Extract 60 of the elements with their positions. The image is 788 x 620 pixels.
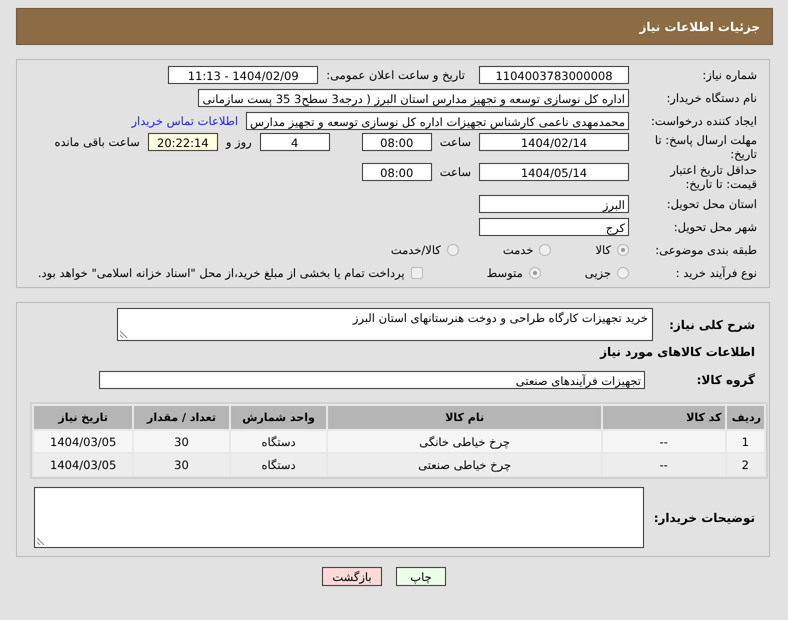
column-header: نام کالا	[328, 406, 601, 429]
announce-date-field: 1404/02/09 - 11:13	[168, 66, 318, 84]
table-cell: چرخ خیاطی صنعتی	[328, 454, 601, 475]
treasury-payment-checkbox[interactable]: پرداخت تمام یا بخشی از مبلغ خرید،از محل "اسناد خزانه اسلامی" خواهد بود.	[38, 266, 423, 280]
table-cell: دستگاه	[230, 454, 326, 475]
province-field: البرز	[479, 194, 629, 212]
table-cell: 30	[134, 431, 229, 452]
days-label: روز و	[226, 134, 252, 151]
validity-date-field: 1404/05/14	[479, 163, 629, 181]
field-label: گروه کالا:	[696, 372, 755, 386]
field-label: ایجاد کننده درخواست:	[650, 114, 757, 128]
field-label: مهلت ارسال پاسخ: تا تاریخ:	[654, 133, 757, 161]
table-cell: 30	[134, 454, 229, 475]
time-label: ساعت	[440, 134, 471, 151]
buyer-org-field: اداره کل نوسازی توسعه و تجهیز مدارس استان البرز ( درجه3 سطح3 35 پست سازمانی	[198, 88, 629, 106]
table-cell: دستگاه	[230, 431, 326, 452]
field-label: شرح کلی نیاز:	[668, 318, 755, 332]
need-number-field: 1104003783000008	[479, 66, 629, 84]
field-label: تاریخ و ساعت اعلان عمومی:	[326, 68, 465, 82]
goods-group-field: تجهیزات فرآیندهای صنعتی	[99, 370, 645, 388]
field-label: نوع فرآیند خرید :	[674, 266, 757, 280]
column-header: ردیف	[726, 406, 764, 429]
field-label: شماره نیاز:	[701, 68, 757, 82]
field-label: شهر محل تحویل:	[672, 220, 757, 234]
deadline-time-field: 08:00	[362, 133, 432, 151]
days-field: 4	[260, 133, 330, 151]
table-cell: --	[602, 454, 725, 475]
field-label: استان محل تحویل:	[666, 196, 757, 210]
category-radio[interactable]: خدمت	[502, 242, 552, 256]
page-title: جزئیات اطلاعات نیاز	[639, 20, 760, 34]
column-header: واحد شمارش	[230, 406, 326, 429]
table-cell: 1404/03/05	[34, 431, 132, 452]
table-cell: 1404/03/05	[34, 454, 132, 475]
table-cell: چرخ خیاطی خانگی	[328, 431, 601, 452]
column-header: تاریخ نیاز	[34, 406, 132, 429]
validity-time-field: 08:00	[362, 163, 432, 181]
table-cell: 2	[726, 454, 764, 475]
requester-field: محمدمهدی ناعمی کارشناس تجهیزات اداره کل نوسازی توسعه و تجهیز مدارس	[246, 112, 629, 130]
table-cell: --	[602, 431, 725, 452]
column-header: کد کالا	[602, 406, 725, 429]
purchase-type-radio[interactable]: جزیی	[584, 266, 629, 280]
category-radio[interactable]: کالا	[595, 242, 629, 256]
time-label: ساعت	[440, 164, 471, 181]
buyer-contact-link[interactable]: اطلاعات تماس خریدار	[132, 114, 238, 128]
description-textarea[interactable]: خرید تجهیزات کارگاه طراحی و دوخت هنرستانهای استان البرز	[117, 308, 653, 341]
purchase-type-radio[interactable]: متوسط	[486, 266, 541, 280]
field-label: حداقل تاریخ اعتبار قیمت: تا تاریخ:	[668, 163, 757, 191]
city-field: کرج	[479, 218, 629, 236]
field-label: توضیحات خریدار:	[654, 510, 755, 524]
table-cell: 1	[726, 431, 764, 452]
category-radio[interactable]: کالا/خدمت	[390, 242, 459, 256]
deadline-date-field: 1404/02/14	[479, 133, 629, 151]
field-label: طبقه بندی موضوعی:	[654, 242, 757, 256]
remaining-label: ساعت باقی مانده	[54, 134, 140, 151]
column-header: تعداد / مقدار	[134, 406, 229, 429]
remaining-time-field: 20:22:14	[148, 133, 218, 151]
section-heading: اطلاعات کالاهای مورد نیاز	[598, 345, 755, 359]
print-button[interactable]: چاپ	[396, 567, 446, 586]
field-label: نام دستگاه خریدار:	[665, 90, 757, 104]
back-button[interactable]: بازگشت	[322, 567, 382, 586]
